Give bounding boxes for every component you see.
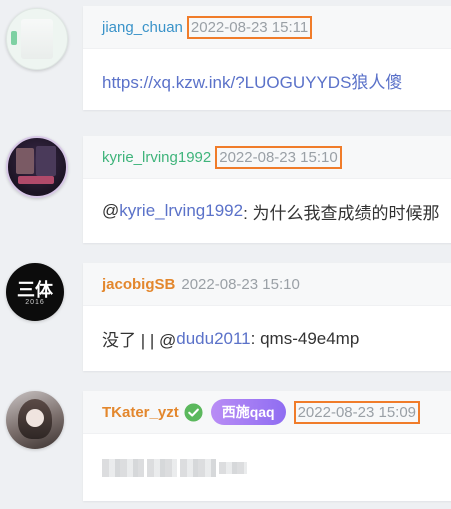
comment-username[interactable]: kyrie_lrving1992 xyxy=(102,149,211,166)
comment-header: kyrie_lrving1992 2022-08-23 15:10 xyxy=(83,136,451,179)
comment-username[interactable]: TKater_yzt xyxy=(102,404,179,421)
comment-card: jacobigSB 2022-08-23 15:10 没了 | | @ dudu2… xyxy=(83,263,451,371)
comment-text-prefix: 没了 | | @ xyxy=(102,331,177,350)
mention-link[interactable]: kyrie_lrving1992 xyxy=(119,201,243,221)
comment-header: TKater_yzt 西施qaq 2022-08-23 15:09 xyxy=(83,391,451,434)
avatar[interactable] xyxy=(6,391,64,449)
verified-check-icon xyxy=(184,402,203,422)
redacted-block xyxy=(147,458,177,477)
comment-link[interactable]: https://xq.kzw.ink/?LUOGUYYDS狼人傻 xyxy=(102,68,402,93)
avatar-subtitle: 2016 xyxy=(25,299,45,306)
comment-header: jacobigSB 2022-08-23 15:10 xyxy=(83,263,451,306)
comment-body: @ kyrie_lrving1992 : 为什么我查成绩的时候那 xyxy=(83,179,451,243)
avatar-image xyxy=(21,19,53,59)
comment-body-redacted xyxy=(83,434,451,501)
comment-text: : qms-49e4mp xyxy=(250,328,360,348)
redacted-block xyxy=(102,458,144,477)
avatar-image-3 xyxy=(18,176,54,184)
comment-card: jiang_chuan 2022-08-23 15:11 https://xq.… xyxy=(83,6,451,110)
avatar-accent xyxy=(11,31,17,45)
comment-timestamp: 2022-08-23 15:11 xyxy=(186,15,313,39)
avatar[interactable] xyxy=(6,136,68,198)
comment-username[interactable]: jacobigSB xyxy=(102,276,175,293)
avatar-image xyxy=(16,148,34,174)
comment-card: TKater_yzt 西施qaq 2022-08-23 15:09 xyxy=(83,391,451,501)
comment-card: kyrie_lrving1992 2022-08-23 15:10 @ kyrie… xyxy=(83,136,451,243)
redacted-block xyxy=(180,458,216,477)
avatar[interactable]: 三体 2016 xyxy=(6,263,64,321)
mention-at: @ xyxy=(102,201,120,220)
user-badge: 西施qaq xyxy=(210,399,286,425)
comment-timestamp: 2022-08-23 15:10 xyxy=(181,275,300,293)
comment-body: https://xq.kzw.ink/?LUOGUYYDS狼人傻 xyxy=(83,49,451,111)
mention-link[interactable]: dudu2011 xyxy=(176,329,250,349)
comment-text: : 为什么我查成绩的时候那 xyxy=(243,203,440,223)
avatar-image-2 xyxy=(36,146,56,176)
avatar[interactable] xyxy=(6,8,68,70)
comment-username[interactable]: jiang_chuan xyxy=(102,19,183,36)
avatar-image-face xyxy=(26,409,44,427)
comment-timestamp: 2022-08-23 15:10 xyxy=(215,145,342,169)
comment-header: jiang_chuan 2022-08-23 15:11 xyxy=(83,6,451,49)
comment-body: 没了 | | @ dudu2011 : qms-49e4mp xyxy=(83,306,451,371)
redacted-block xyxy=(219,461,247,474)
comment-timestamp: 2022-08-23 15:09 xyxy=(293,400,421,424)
